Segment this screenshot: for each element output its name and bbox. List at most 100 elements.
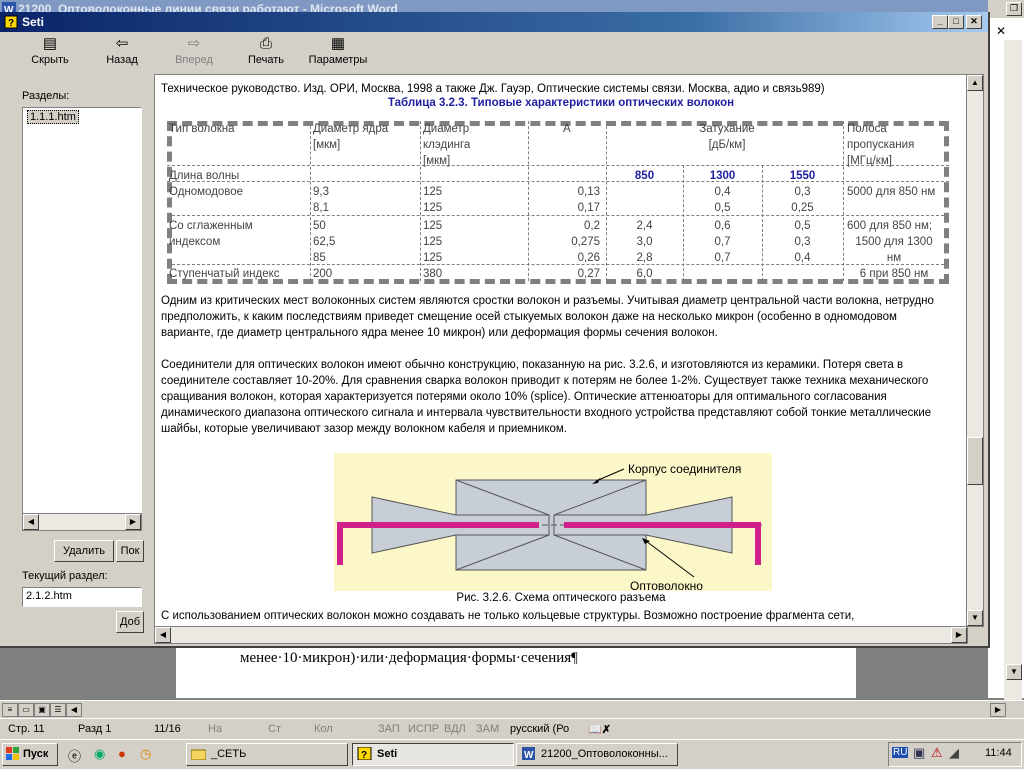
table-border-top (167, 121, 949, 126)
row-singlemode-type: Одномодовое (169, 186, 244, 198)
table-cell: 3,0 (636, 236, 653, 248)
task-folder[interactable]: _СЕТЬ (186, 743, 348, 766)
add-button[interactable]: Доб (116, 611, 144, 633)
media-quicklaunch-icon[interactable]: ● (118, 746, 126, 761)
housing-leader (595, 468, 625, 482)
svg-text:W: W (524, 750, 534, 760)
table-cell: 125 (423, 220, 443, 232)
language-indicator[interactable]: RU (892, 747, 909, 758)
paragraph-connectors: Соединители для оптических волокон имеют… (161, 359, 932, 435)
table-cell: 125 (423, 252, 443, 264)
spelling-status-icon[interactable]: 📖✗ (588, 723, 611, 736)
help-title-text: Seti (22, 15, 45, 29)
fiber-leader (645, 540, 695, 578)
header-na: A (563, 123, 571, 135)
table-cell: 0,5 (714, 202, 731, 214)
scroll-thumb[interactable] (967, 437, 983, 485)
figure-caption: Рис. 3.2.6. Схема оптического разъема (456, 592, 666, 604)
task-seti[interactable]: ? Seti (352, 743, 514, 766)
row-step-type: Ступенчатый индекс (169, 268, 280, 280)
print-view-icon[interactable]: ▣ (34, 703, 50, 717)
print-button[interactable]: ⎙ Печать (238, 33, 294, 73)
table-cell: 0,25 (791, 202, 814, 214)
topics-horizontal-scrollbar[interactable]: ◀ ▶ (22, 513, 142, 531)
table-cell: нм (886, 252, 902, 264)
header-bandwidth-unit: [МГц/км] (847, 155, 892, 167)
options-button[interactable]: ▦ Параметры (304, 33, 372, 73)
table-cell: 0,4 (794, 252, 811, 264)
word-vertical-scrollbar[interactable]: ▼ (1004, 40, 1022, 700)
table-cell: 85 (313, 252, 326, 264)
forward-button[interactable]: ⇨ Вперед (166, 33, 222, 73)
table-cell: 125 (423, 236, 443, 248)
printer-icon: ⎙ (259, 35, 272, 52)
header-bandwidth-2: пропускания (847, 139, 915, 151)
table-cell: 5000 для 850 нм (847, 186, 936, 198)
scroll-left-icon[interactable]: ◀ (23, 514, 39, 530)
folder-icon (191, 749, 206, 760)
scroll-right-icon[interactable]: ▶ (990, 703, 1006, 717)
hide-icon: ▤ (42, 35, 58, 52)
table-cell: 0,7 (714, 252, 731, 264)
content-vertical-scrollbar[interactable]: ▲ ▼ (966, 74, 984, 627)
table-cell: 200 (313, 268, 333, 280)
system-tray: RU ▣ ⚠ ◢ 11:44 (888, 742, 1022, 767)
show-button[interactable]: Пок (116, 540, 144, 562)
table-cell: 2,8 (636, 252, 653, 264)
speaker-icon[interactable]: ◢ (949, 745, 959, 761)
clock-quicklaunch-icon[interactable]: ◷ (140, 746, 151, 762)
wavelength-850: 850 (634, 170, 655, 182)
scroll-left-icon[interactable]: ◀ (155, 627, 171, 643)
network-icon[interactable]: ▣ (913, 745, 925, 761)
word-doc-icon: W (522, 747, 535, 760)
row-divider (167, 165, 949, 166)
scroll-right-icon[interactable]: ▶ (951, 627, 967, 643)
scroll-down-icon[interactable]: ▼ (967, 610, 983, 626)
status-ovr[interactable]: ЗАМ (476, 723, 499, 735)
table-cell: 8,1 (313, 202, 329, 214)
table-cell: 0,2 (584, 220, 600, 232)
close-button[interactable]: ✕ (966, 15, 982, 29)
word-scroll-down-icon[interactable]: ▼ (1006, 664, 1022, 680)
sections-label: Разделы: (22, 90, 70, 102)
antivirus-icon[interactable]: ⚠ (931, 745, 943, 761)
table-cell: 380 (423, 268, 443, 280)
topics-list[interactable]: 1.1.1.htm (22, 107, 142, 514)
table-cell: 0,3 (794, 236, 811, 248)
content-horizontal-scrollbar[interactable]: ◀ ▶ (154, 626, 968, 644)
word-doc-close-icon[interactable]: ✕ (996, 24, 1006, 38)
housing-label: Корпус соединителя (628, 462, 741, 476)
web-view-icon[interactable]: ▭ (18, 703, 34, 717)
list-item[interactable]: 1.1.1.htm (27, 110, 79, 124)
word-restore-button[interactable]: ❐ (1006, 2, 1022, 16)
hide-button[interactable]: ▤ Скрыть (22, 33, 78, 73)
outline-view-icon[interactable]: ☰ (50, 703, 66, 717)
table-cell: 0,5 (794, 220, 811, 232)
task-word[interactable]: W 21200_Оптоволоконны... (516, 743, 678, 766)
browser-quicklaunch-icon[interactable]: ◉ (94, 746, 105, 762)
ie-quicklaunch-icon[interactable]: ⓔ (68, 746, 81, 765)
status-ext[interactable]: ВДЛ (444, 723, 466, 735)
table-cell: 0,27 (577, 268, 600, 280)
table-cell: 0,275 (571, 236, 600, 248)
header-attenuation: Затухание (699, 123, 755, 135)
word-status-bar: Стр. 11 Разд 1 11/16 На Ст Кол ЗАП ИСПР … (0, 718, 1024, 739)
status-rec[interactable]: ЗАП (378, 723, 400, 735)
status-trk[interactable]: ИСПР (408, 723, 439, 735)
normal-view-icon[interactable]: ≡ (2, 703, 18, 717)
start-button[interactable]: Пуск (2, 743, 58, 766)
scroll-right-icon[interactable]: ▶ (125, 514, 141, 530)
wavelength-1300: 1300 (709, 170, 736, 182)
word-horizontal-scrollbar[interactable]: ≡ ▭ ▣ ☰ ◀ ▶ (0, 700, 1024, 718)
table-cell: 125 (423, 202, 443, 214)
row-graded-type-2: индексом (169, 236, 221, 248)
back-button[interactable]: ⇦ Назад (94, 33, 150, 73)
back-arrow-icon: ⇦ (115, 35, 129, 52)
status-section: Разд 1 (78, 723, 112, 735)
scroll-left-icon[interactable]: ◀ (66, 703, 82, 717)
delete-button[interactable]: Удалить (54, 540, 114, 562)
minimize-button[interactable]: _ (932, 15, 948, 29)
maximize-button[interactable]: □ (948, 15, 964, 29)
scroll-up-icon[interactable]: ▲ (967, 75, 983, 91)
current-section-input[interactable]: 2.1.2.htm (22, 587, 142, 607)
